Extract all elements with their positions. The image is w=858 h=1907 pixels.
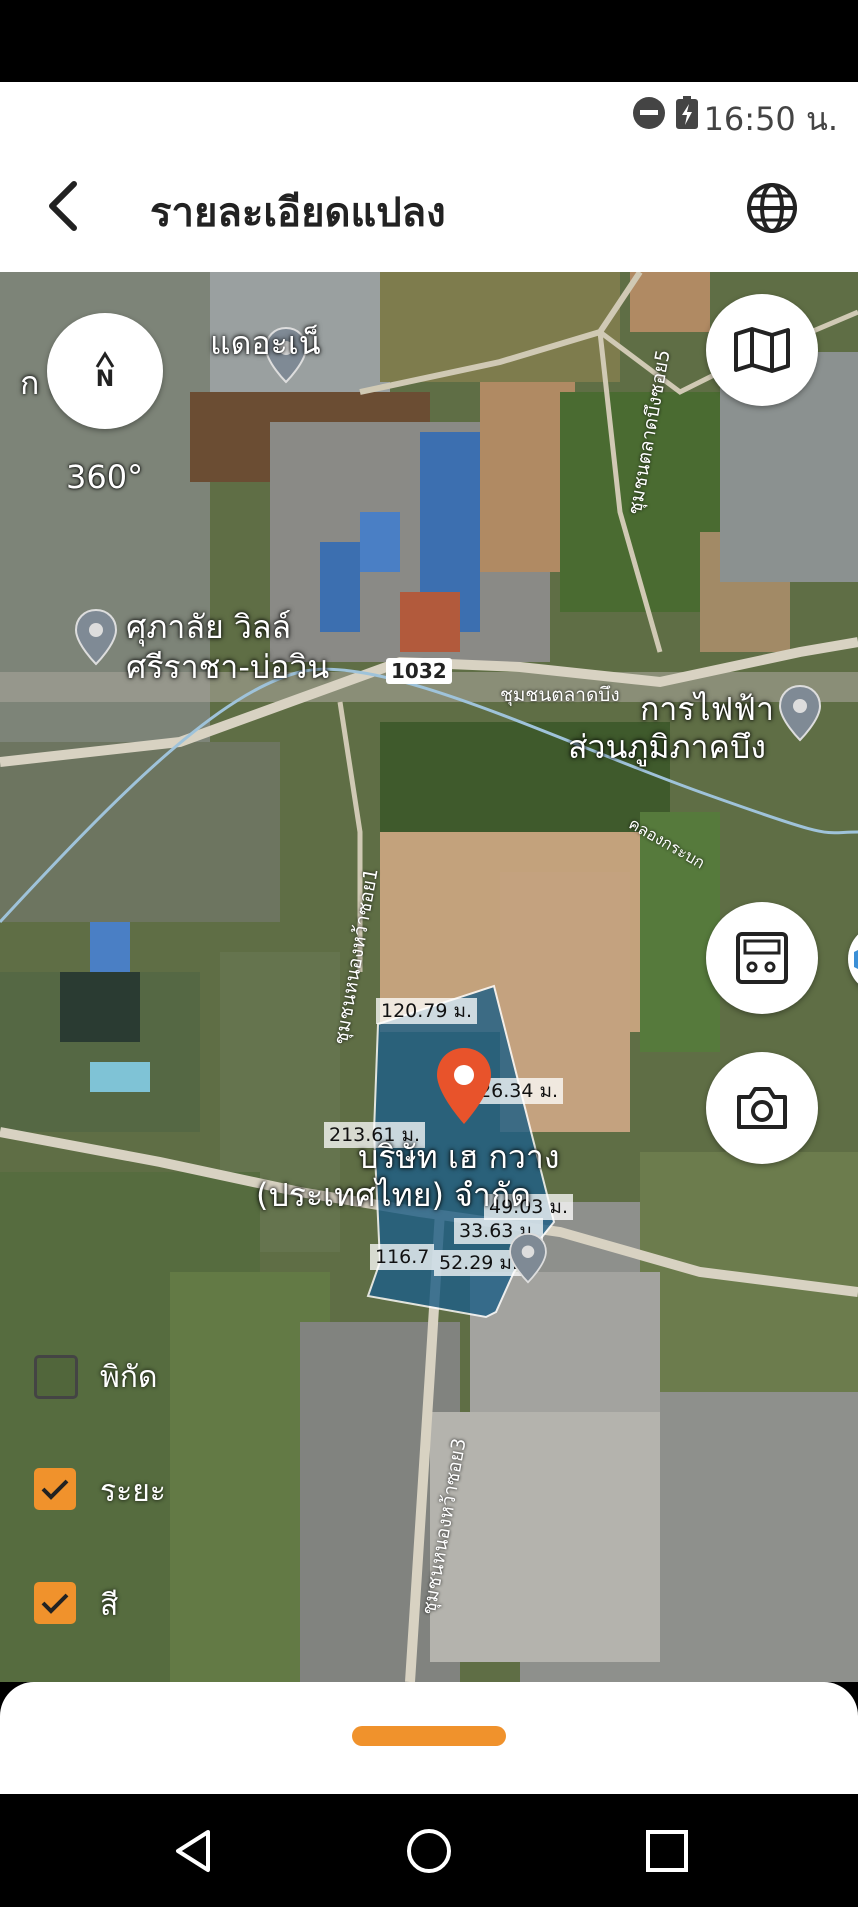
rotation-readout: 360°: [66, 458, 144, 496]
globe-icon[interactable]: [744, 180, 800, 236]
cube-icon: [854, 950, 858, 969]
checkbox-coordinates[interactable]: [34, 1355, 78, 1399]
toggle-color[interactable]: [34, 1582, 76, 1624]
route-number: 1032: [386, 658, 452, 684]
toggle-distance[interactable]: [34, 1468, 76, 1510]
toggle-coordinates[interactable]: [34, 1355, 78, 1399]
nav-back-icon[interactable]: [168, 1826, 218, 1876]
check-icon: [41, 1479, 69, 1500]
dnd-icon: [633, 96, 698, 129]
sheet-drag-handle[interactable]: [352, 1726, 506, 1746]
place-pin-icon[interactable]: [74, 608, 118, 666]
toggle-coordinates-label: พิกัด: [100, 1360, 158, 1395]
place-label-3: การไฟฟ้า: [640, 690, 774, 728]
page-title: รายละเอียดแปลง: [150, 190, 446, 236]
nav-recents-icon[interactable]: [642, 1826, 692, 1876]
map-layers-button[interactable]: [706, 294, 818, 406]
nav-home-icon[interactable]: [404, 1826, 454, 1876]
place-pin-icon[interactable]: [508, 1232, 548, 1284]
place-label-2b: ศรีราชา-บ่อวิน: [126, 648, 330, 686]
place-label-1: แดอะเน็: [210, 324, 321, 362]
distance-label: 120.79 ม.: [376, 998, 478, 1024]
parcel-owner-line1: บริษัท เฮ กวาง: [358, 1138, 560, 1176]
place-pin-icon[interactable]: [778, 684, 822, 742]
back-arrow-icon[interactable]: [40, 178, 90, 234]
place-label-3b: ส่วนภูมิภาคบึง: [568, 728, 766, 766]
parcel-location-pin-icon[interactable]: [434, 1046, 494, 1126]
road-label-community: ชุมชนตลาดบึง: [500, 684, 620, 706]
compass-letter: N: [95, 367, 115, 392]
toggle-color-label: สี: [100, 1588, 119, 1623]
satellite-map[interactable]: แดอะเน็ ก ฮมบึง2 ศุภาลัย วิลล์ ศรีราชา-บ…: [0, 272, 858, 1682]
distance-label: 116.7: [370, 1244, 435, 1270]
map-layers-icon: [734, 327, 790, 373]
parcel-owner-line2: (ประเทศไทย) จำกัด: [256, 1176, 531, 1214]
checkbox-distance[interactable]: [34, 1468, 76, 1510]
status-time: 16:50 น.: [703, 100, 838, 138]
checkbox-color[interactable]: [34, 1582, 76, 1624]
calculator-button[interactable]: [706, 902, 818, 1014]
status-bar-top: [0, 0, 858, 82]
camera-icon: [737, 1087, 787, 1129]
calculator-icon: [736, 932, 788, 984]
place-label-2: ศุภาลัย วิลล์: [126, 608, 292, 646]
camera-button[interactable]: [706, 1052, 818, 1164]
check-icon: [41, 1593, 69, 1614]
toggle-distance-label: ระยะ: [100, 1474, 166, 1509]
compass-button[interactable]: N: [47, 313, 163, 429]
